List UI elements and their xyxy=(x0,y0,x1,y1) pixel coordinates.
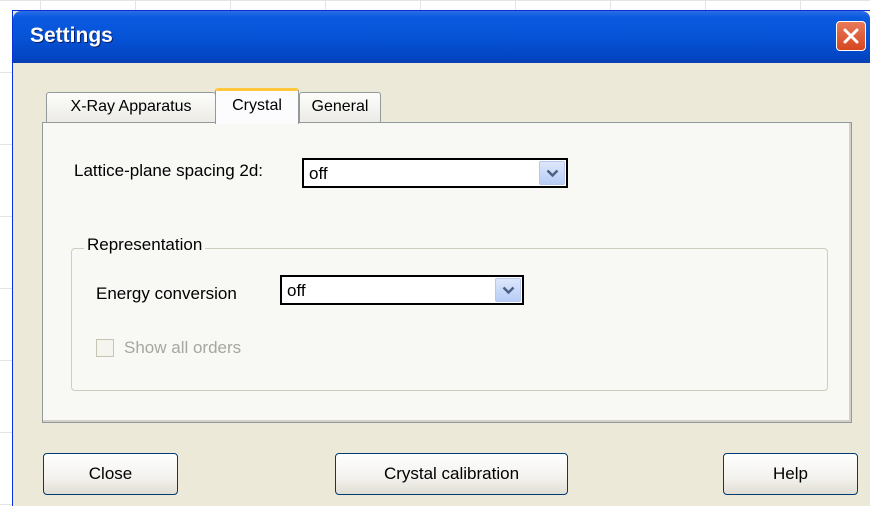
chevron-down-icon xyxy=(502,286,515,295)
window-title: Settings xyxy=(30,24,113,47)
tab-general[interactable]: General xyxy=(299,92,381,122)
title-bar[interactable]: Settings xyxy=(13,11,870,63)
tab-x-ray-apparatus[interactable]: X-Ray Apparatus xyxy=(46,92,216,122)
settings-dialog: Settings X-Ray Apparatus Crystal General… xyxy=(12,10,870,506)
lattice-spacing-dropdown-button[interactable] xyxy=(539,161,565,185)
energy-conversion-select[interactable]: off xyxy=(280,275,524,305)
lattice-spacing-label: Lattice-plane spacing 2d: xyxy=(74,161,264,180)
lattice-spacing-value: off xyxy=(309,164,328,183)
window-close-button[interactable] xyxy=(836,21,866,51)
chevron-down-icon xyxy=(546,169,559,178)
representation-group: Representation xyxy=(71,235,828,391)
representation-legend: Representation xyxy=(84,235,206,255)
show-all-orders-checkbox[interactable] xyxy=(96,339,114,357)
tab-crystal[interactable]: Crystal xyxy=(215,88,299,124)
crystal-calibration-button[interactable]: Crystal calibration xyxy=(335,453,568,495)
energy-conversion-label: Energy conversion xyxy=(96,284,237,303)
close-button[interactable]: Close xyxy=(43,453,178,495)
energy-conversion-dropdown-button[interactable] xyxy=(495,278,521,302)
help-button[interactable]: Help xyxy=(723,453,858,495)
lattice-spacing-select[interactable]: off xyxy=(302,158,568,188)
show-all-orders-label: Show all orders xyxy=(124,338,242,357)
energy-conversion-value: off xyxy=(287,281,306,300)
close-icon xyxy=(843,28,859,44)
